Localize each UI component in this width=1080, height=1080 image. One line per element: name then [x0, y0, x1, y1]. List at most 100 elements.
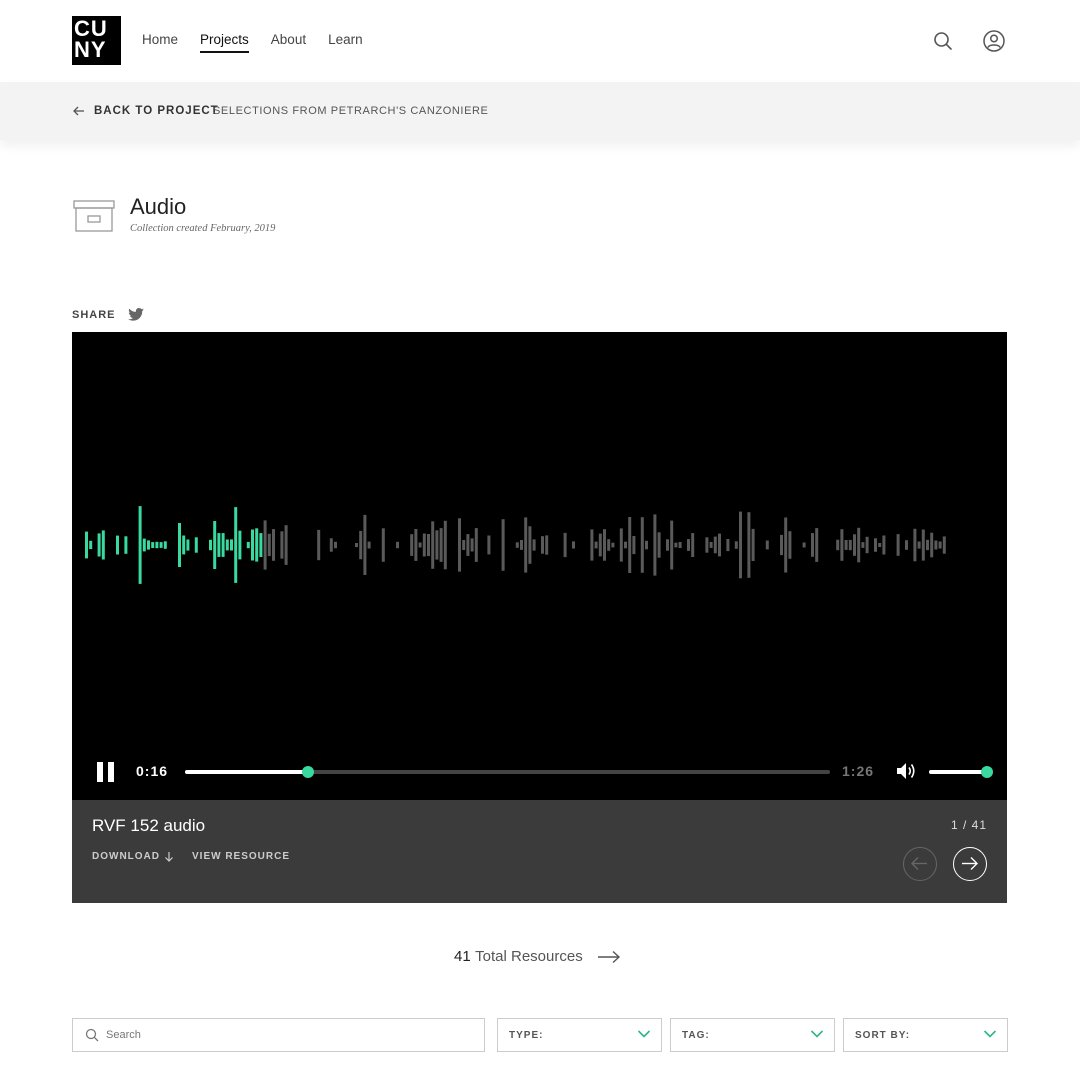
waveform-bar	[747, 512, 751, 578]
resource-info-bar: RVF 152 audio 1 / 41 DOWNLOAD VIEW RESOU…	[72, 800, 1007, 903]
pause-bar-right	[108, 762, 114, 782]
waveform-bar	[487, 535, 491, 555]
waveform-bar	[363, 514, 367, 575]
waveform-bar	[259, 533, 263, 557]
waveform-bar	[194, 537, 198, 553]
waveform-bar	[934, 540, 938, 550]
volume-handle[interactable]	[981, 766, 993, 778]
waveform-bar	[355, 543, 358, 548]
seek-handle[interactable]	[301, 766, 314, 778]
waveform-bar	[611, 542, 615, 548]
waveform-bar	[443, 520, 447, 570]
type-filter-dropdown[interactable]: TYPE:	[497, 1018, 662, 1052]
waveform-bar	[709, 542, 713, 548]
waveform-bar	[942, 536, 946, 554]
audio-waveform[interactable]	[72, 332, 1007, 752]
waveform-bar	[836, 539, 840, 551]
waveform-bar	[367, 541, 371, 549]
seek-bar[interactable]	[185, 766, 830, 778]
waveform-bar	[515, 542, 519, 548]
view-resource-link[interactable]: VIEW RESOURCE	[192, 851, 290, 862]
waveform-bar	[938, 541, 942, 549]
sort-by-dropdown[interactable]: SORT BY:	[843, 1018, 1008, 1052]
waveform-bar	[628, 517, 632, 573]
download-button[interactable]: DOWNLOAD	[92, 851, 174, 862]
waveform-bar	[182, 535, 186, 555]
waveform-bar	[678, 542, 682, 548]
waveform-bar	[921, 529, 925, 561]
waveform-bar	[151, 542, 155, 548]
nav-learn[interactable]: Learn	[328, 32, 363, 53]
waveform-bar	[726, 539, 730, 552]
waveform-bar	[528, 526, 532, 564]
waveform-bar	[435, 530, 439, 560]
waveform-bar	[853, 534, 856, 556]
waveform-bar	[926, 539, 929, 551]
waveform-bar	[541, 536, 544, 554]
top-navigation-bar: CU NY Home Projects About Learn	[0, 0, 1080, 82]
waveform-bar	[474, 528, 478, 562]
next-resource-button[interactable]	[953, 847, 987, 881]
resource-title: RVF 152 audio	[92, 816, 206, 835]
volume-slider[interactable]	[929, 766, 993, 778]
logo-line-1: CU	[74, 16, 108, 41]
nav-home[interactable]: Home	[142, 32, 178, 53]
waveform-bar	[815, 528, 819, 562]
audio-player: 0:16 1:26	[72, 332, 1007, 800]
waveform-bar	[905, 540, 908, 550]
collection-title: Audio	[130, 194, 187, 219]
waveform-bar	[598, 533, 602, 557]
waveform-bar	[255, 528, 259, 562]
waveform-bar	[334, 541, 337, 549]
waveform-bar	[414, 529, 418, 561]
waveform-bar	[329, 538, 333, 552]
back-to-project-link[interactable]: BACK TO PROJECT	[72, 104, 219, 118]
arrow-right-icon	[962, 857, 978, 870]
waveform-bar	[524, 517, 528, 573]
twitter-icon[interactable]	[127, 308, 144, 321]
search-input[interactable]: Search	[72, 1018, 485, 1052]
waveform-bar	[124, 536, 128, 554]
waveform-bar	[267, 533, 271, 557]
download-label: DOWNLOAD	[92, 851, 160, 862]
seek-progress	[185, 770, 308, 774]
waveform-bar	[674, 542, 678, 548]
waveform-bar	[784, 517, 788, 573]
waveform-bar	[913, 528, 917, 562]
volume-icon[interactable]	[895, 761, 917, 781]
pause-button[interactable]	[97, 762, 115, 782]
cuny-logo[interactable]: CU NY	[72, 16, 121, 65]
waveform-bar	[410, 534, 414, 556]
breadcrumb-project-name[interactable]: SELECTIONS FROM PETRARCH'S CANZONIERE	[213, 105, 489, 117]
waveform-bar	[666, 539, 669, 551]
nav-projects[interactable]: Projects	[200, 32, 249, 53]
waveform-bar	[713, 536, 717, 554]
total-resources-link[interactable]: 41 Total Resources	[454, 948, 621, 966]
waveform-bar	[607, 539, 611, 551]
waveform-bar	[159, 542, 163, 548]
search-icon[interactable]	[931, 29, 955, 53]
nav-about[interactable]: About	[271, 32, 306, 53]
waveform-bar	[396, 541, 399, 549]
waveform-bar	[427, 534, 430, 557]
chevron-down-icon	[810, 1030, 824, 1038]
waveform-bar	[844, 540, 848, 550]
waveform-bar	[632, 536, 636, 555]
previous-resource-button[interactable]	[903, 847, 937, 881]
current-time: 0:16	[136, 763, 169, 779]
waveform-bar	[917, 541, 921, 549]
waveform-bar	[85, 531, 88, 559]
waveform-bar	[572, 541, 575, 549]
waveform-bar	[788, 531, 792, 559]
waveform-bar	[545, 535, 549, 555]
waveform-bar	[280, 531, 284, 559]
waveform-bar	[670, 520, 674, 570]
waveform-bar	[317, 529, 321, 561]
tag-filter-dropdown[interactable]: TAG:	[670, 1018, 835, 1052]
waveform-bar	[765, 540, 769, 550]
user-account-icon[interactable]	[982, 29, 1006, 53]
total-resources-label: Total Resources	[475, 948, 583, 965]
waveform-bar	[896, 534, 900, 556]
total-resources-text: 41 Total Resources	[454, 948, 583, 966]
waveform-bar	[840, 529, 844, 561]
